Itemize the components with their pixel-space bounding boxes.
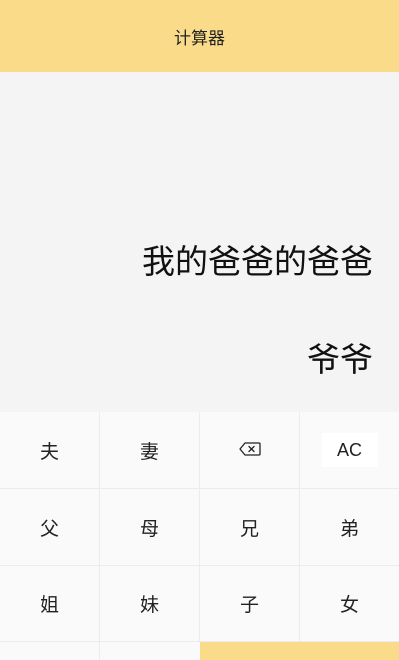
key-elder-brother[interactable]: 兄	[200, 489, 300, 566]
app-header: 计算器	[0, 0, 399, 72]
key-label: 妹	[139, 594, 159, 616]
key-label: 姐	[39, 594, 59, 616]
clear-all-button[interactable]: AC	[300, 412, 399, 489]
key-label: 子	[239, 594, 259, 616]
key-wife[interactable]: 妻	[100, 412, 200, 489]
key-label: 母	[139, 517, 159, 540]
equals-button[interactable]	[200, 642, 399, 660]
expression-text: 我的爸爸的爸爸	[142, 242, 373, 281]
key-younger-sister[interactable]: 妹	[100, 566, 200, 642]
backspace-key[interactable]	[200, 412, 300, 489]
key-label: 父	[39, 517, 59, 540]
key-husband[interactable]: 夫	[0, 412, 100, 489]
page-title: 计算器	[174, 28, 225, 49]
key-mother[interactable]: 母	[100, 489, 200, 566]
key-label: 夫	[39, 440, 59, 463]
key-label: 女	[339, 594, 359, 616]
key-label: 弟	[339, 517, 359, 540]
key-elder-sister[interactable]: 姐	[0, 566, 100, 642]
key-label: 兄	[239, 517, 259, 540]
key-father[interactable]: 父	[0, 489, 100, 566]
key-younger-brother[interactable]: 弟	[300, 489, 399, 566]
key-daughter[interactable]: 女	[300, 566, 399, 642]
bottom-row-keys[interactable]	[0, 642, 200, 660]
result-text: 爷爷	[307, 340, 373, 379]
calculator-display: 我的爸爸的爸爸 爷爷	[0, 72, 399, 412]
key-son[interactable]: 子	[200, 566, 300, 642]
key-label: 妻	[139, 440, 159, 463]
key-divider	[99, 642, 100, 660]
keypad: 夫 妻 AC 父 母 兄 弟 姐 妹 子 女	[0, 412, 399, 660]
backspace-icon	[238, 439, 261, 461]
clear-all-label: AC	[321, 433, 378, 467]
